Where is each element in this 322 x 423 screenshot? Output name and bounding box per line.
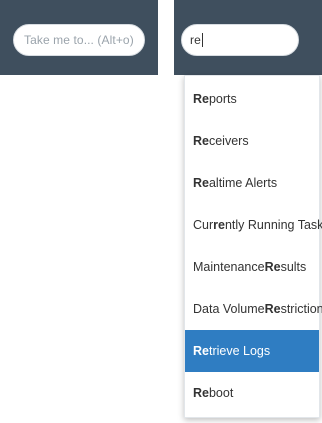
item-label-segment: Maintenance xyxy=(193,260,265,274)
item-label-segment: altime Alerts xyxy=(208,176,278,190)
match-highlight: Re xyxy=(193,386,209,400)
dropdown-item-data-volume-restrictions[interactable]: Data Volume Restrictions xyxy=(185,288,322,330)
item-label-segment: ntly Running Tasks xyxy=(224,218,322,232)
take-me-to-input-active[interactable]: re xyxy=(181,24,299,56)
suggestions-dropdown: Re ports Re ceivers Re altime Alerts Cur re n… xyxy=(184,75,322,418)
screenshot-stage: Take me to... (Alt+o) re Re ports Re ceive… xyxy=(0,0,322,423)
dropdown-item-retrieve-logs[interactable]: Re trieve Logs xyxy=(185,330,319,372)
item-label-segment: sults xyxy=(280,260,307,274)
match-highlight: Re xyxy=(193,344,209,358)
take-me-to-input[interactable]: Take me to... (Alt+o) xyxy=(13,24,145,56)
item-label-segment: ceivers xyxy=(208,134,249,148)
dropdown-item-reboot[interactable]: Re boot xyxy=(185,372,319,414)
dropdown-item-receivers[interactable]: Re ceivers xyxy=(185,120,319,162)
item-label-segment: trieve Logs xyxy=(208,344,271,358)
match-highlight: Re xyxy=(264,302,281,316)
match-highlight: Re xyxy=(264,260,281,274)
item-label-segment: Data Volume xyxy=(193,302,265,316)
dropdown-item-currently-running-tasks[interactable]: Cur re ntly Running Tasks xyxy=(185,204,322,246)
item-label-segment: boot xyxy=(208,386,234,400)
item-label-segment: Cur xyxy=(193,218,214,232)
dropdown-item-realtime-alerts[interactable]: Re altime Alerts xyxy=(185,162,319,204)
match-highlight: Re xyxy=(193,176,209,190)
item-label-segment: strictions xyxy=(280,302,322,316)
item-label-segment: ports xyxy=(208,92,237,106)
match-highlight: Re xyxy=(193,92,209,106)
take-me-to-placeholder: Take me to... (Alt+o) xyxy=(24,33,134,47)
search-query-text: re xyxy=(190,33,201,47)
match-highlight: Re xyxy=(193,134,209,148)
text-cursor xyxy=(201,33,203,47)
dropdown-item-maintenance-results[interactable]: Maintenance Re sults xyxy=(185,246,319,288)
dropdown-item-reports[interactable]: Re ports xyxy=(185,78,319,120)
match-highlight: re xyxy=(213,218,225,232)
